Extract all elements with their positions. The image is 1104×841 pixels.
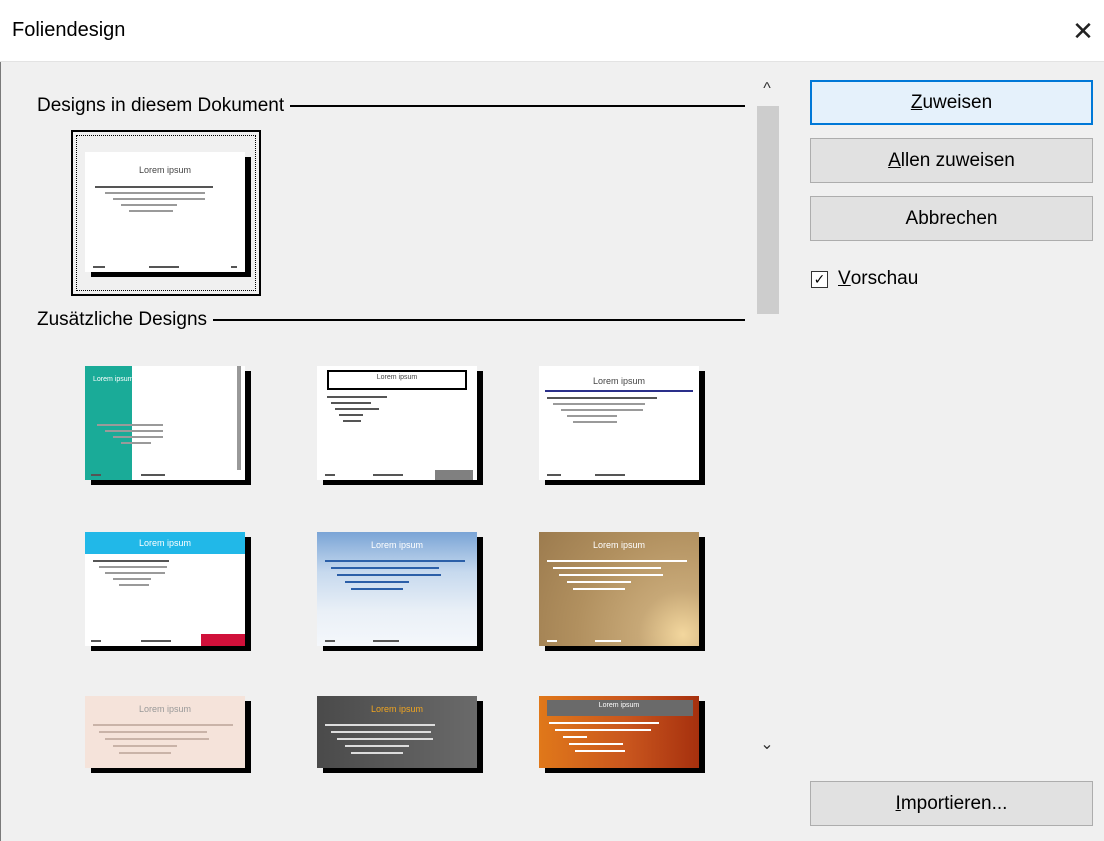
assign-all-button[interactable]: Allen zuweisen — [810, 138, 1093, 183]
scroll-down-icon[interactable]: ⌄ — [755, 734, 779, 754]
design-thumbnail[interactable]: Lorem ipsum — [539, 366, 699, 480]
dialog-title: Foliendesign — [12, 19, 126, 41]
close-icon[interactable]: ✕ — [1062, 10, 1104, 52]
design-thumbnail[interactable]: Lorem ipsum — [317, 366, 477, 480]
design-thumbnail-current[interactable]: Lorem ipsum — [85, 152, 245, 272]
section-additional: Zusätzliche Designs — [37, 309, 745, 331]
section-divider — [290, 105, 745, 107]
window-border — [0, 62, 1, 841]
design-thumbnail[interactable]: Lorem ipsum — [85, 532, 245, 646]
section-divider — [213, 319, 745, 321]
design-thumbnail[interactable]: Lorem ipsum — [85, 696, 245, 768]
vertical-scrollbar[interactable]: ^ ⌄ — [755, 80, 779, 760]
design-thumbnail[interactable]: Lorem ipsum — [317, 532, 477, 646]
preview-checkbox[interactable]: ✓ Vorschau — [811, 268, 918, 290]
scroll-up-icon[interactable]: ^ — [755, 80, 779, 98]
design-list[interactable]: Designs in diesem Dokument Lorem ipsum Z… — [9, 62, 779, 841]
import-button[interactable]: Importieren... — [810, 781, 1093, 826]
section-additional-label: Zusätzliche Designs — [37, 309, 208, 330]
section-current: Designs in diesem Dokument — [37, 95, 745, 117]
scrollbar-thumb[interactable] — [757, 106, 779, 314]
design-thumbnail[interactable]: Lorem ipsum — [539, 696, 699, 768]
design-thumbnail[interactable]: Lorem ipsum — [539, 532, 699, 646]
cancel-button[interactable]: Abbrechen — [810, 196, 1093, 241]
thumbnail-title: Lorem ipsum — [138, 165, 192, 175]
section-current-label: Designs in diesem Dokument — [37, 95, 285, 116]
design-thumbnail[interactable]: Lorem ipsum — [85, 366, 245, 480]
design-thumbnail[interactable]: Lorem ipsum — [317, 696, 477, 768]
assign-button[interactable]: Zuweisen — [810, 80, 1093, 125]
checkmark-icon[interactable]: ✓ — [811, 270, 828, 288]
title-bar: Foliendesign ✕ — [0, 0, 1104, 62]
